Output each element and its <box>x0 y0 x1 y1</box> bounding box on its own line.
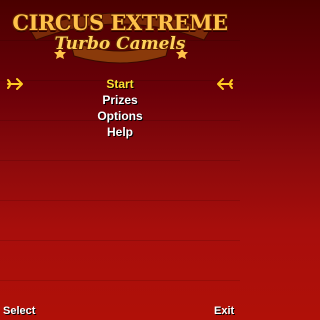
softkey-select[interactable]: Select <box>3 304 35 318</box>
softkey-exit[interactable]: Exit <box>214 304 234 318</box>
game-logo: CIRCUS EXTREME Turbo Camels <box>0 0 240 68</box>
menu-item-help[interactable]: Help <box>0 124 240 140</box>
main-menu: Start Prizes Options Help <box>0 76 240 140</box>
menu-item-options[interactable]: Options <box>0 108 240 124</box>
menu-item-start[interactable]: Start <box>0 76 240 92</box>
menu-item-prizes[interactable]: Prizes <box>0 92 240 108</box>
logo-title: CIRCUS EXTREME <box>12 10 228 35</box>
logo-subtitle: Turbo Camels <box>54 34 186 54</box>
